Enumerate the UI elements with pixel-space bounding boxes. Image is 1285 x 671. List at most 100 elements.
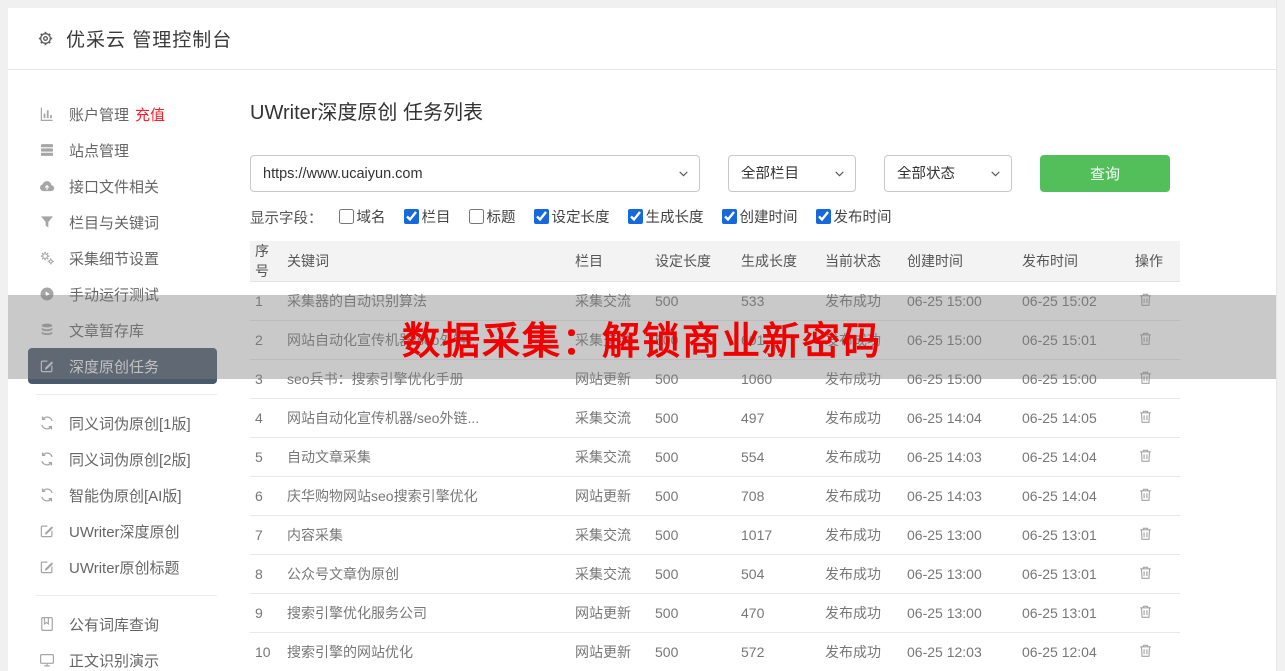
delete-button[interactable] [1135, 640, 1156, 664]
status-cell: 发布成功 [820, 593, 902, 633]
trash-icon [1137, 330, 1154, 350]
gen-length-cell: 601 [736, 320, 820, 360]
refresh-icon [38, 414, 56, 432]
display-field-option[interactable]: 域名 [338, 206, 386, 227]
action-cell [1130, 437, 1180, 477]
sidebar-item[interactable]: UWriter原创标题 [28, 549, 217, 585]
display-field-option[interactable]: 标题 [468, 206, 516, 227]
keyword-cell: 搜索引擎的网站优化 [282, 632, 570, 671]
sidebar-item[interactable]: 同义词伪原创[1版] [28, 405, 217, 441]
column-select[interactable]: 全部栏目 [728, 155, 856, 192]
delete-button[interactable] [1135, 328, 1156, 352]
display-field-checkbox[interactable] [721, 209, 737, 224]
sidebar-item[interactable]: 站点管理 [28, 132, 217, 168]
column-select-wrap: 全部栏目 [728, 155, 856, 192]
status-cell: 发布成功 [820, 437, 902, 477]
published-time-cell: 06-25 14:05 [1017, 398, 1130, 438]
sidebar-item[interactable]: 智能伪原创[AI版] [28, 477, 217, 513]
keyword-cell: 自动文章采集 [282, 437, 570, 477]
keyword-cell: 网站自动化宣传机器/seo外链... [282, 398, 570, 438]
sidebar-item[interactable]: 深度原创任务 [28, 348, 217, 384]
keyword-cell: 公众号文章伪原创 [282, 554, 570, 594]
created-time-cell: 06-25 14:03 [902, 437, 1017, 477]
display-field-checkbox[interactable] [338, 209, 354, 224]
sidebar-item[interactable]: 同义词伪原创[2版] [28, 441, 217, 477]
action-cell [1130, 632, 1180, 671]
delete-button[interactable] [1135, 289, 1156, 313]
display-field-checkbox[interactable] [403, 209, 419, 224]
sidebar-item-label: 同义词伪原创[1版] [69, 415, 191, 433]
display-field-checkbox[interactable] [468, 209, 484, 224]
created-time-cell: 06-25 14:04 [902, 398, 1017, 438]
sidebar-item-label: 站点管理 [69, 142, 130, 160]
column-header: 栏目 [570, 241, 650, 282]
published-time-cell: 06-25 14:04 [1017, 476, 1130, 516]
cloud-upload-icon [38, 177, 56, 195]
sidebar-item[interactable]: 采集细节设置 [28, 240, 217, 276]
sidebar-divider [36, 595, 217, 596]
site-select[interactable]: https://www.ucaiyun.com [250, 155, 700, 192]
column-cell: 网站更新 [570, 632, 650, 671]
published-time-cell: 06-25 13:01 [1017, 593, 1130, 633]
display-field-checkbox[interactable] [533, 209, 549, 224]
sidebar-item[interactable]: 手动运行测试 [28, 276, 217, 312]
set-length-cell: 500 [650, 320, 736, 360]
created-time-cell: 06-25 15:00 [902, 359, 1017, 399]
refresh-icon [38, 450, 56, 468]
status-select[interactable]: 全部状态 [884, 155, 1012, 192]
delete-button[interactable] [1135, 367, 1156, 391]
monitor-icon [38, 651, 56, 669]
status-cell: 发布成功 [820, 632, 902, 671]
delete-button[interactable] [1135, 406, 1156, 430]
delete-button[interactable] [1135, 484, 1156, 508]
delete-button[interactable] [1135, 445, 1156, 469]
sidebar-item-label: 同义词伪原创[2版] [69, 451, 191, 469]
created-time-cell: 06-25 15:00 [902, 281, 1017, 321]
recharge-badge[interactable]: 充值 [135, 104, 165, 125]
gen-length-cell: 708 [736, 476, 820, 516]
table-row: 9 搜索引擎优化服务公司 网站更新 500 470 发布成功 06-25 13:00 06-2… [250, 593, 1180, 633]
row-index: 4 [250, 398, 282, 438]
site-select-wrap: https://www.ucaiyun.com [250, 155, 700, 192]
sidebar-item[interactable]: 公有词库查询 [28, 606, 217, 642]
delete-button[interactable] [1135, 562, 1156, 586]
keyword-cell: seo兵书：搜索引擎优化手册 [282, 359, 570, 399]
created-time-cell: 06-25 13:00 [902, 554, 1017, 594]
column-cell: 采集交流 [570, 437, 650, 477]
display-field-option[interactable]: 生成长度 [627, 206, 704, 227]
delete-button[interactable] [1135, 523, 1156, 547]
published-time-cell: 06-25 13:01 [1017, 554, 1130, 594]
query-button[interactable]: 查询 [1040, 155, 1170, 192]
keyword-cell: 采集器的自动识别算法 [282, 281, 570, 321]
set-length-cell: 500 [650, 593, 736, 633]
sidebar-item[interactable]: 文章暂存库 [28, 312, 217, 348]
display-field-option[interactable]: 创建时间 [721, 206, 798, 227]
set-length-cell: 500 [650, 515, 736, 555]
table-row: 6 庆华购物网站seo搜索引擎优化 网站更新 500 708 发布成功 06-25 14:0… [250, 476, 1180, 516]
display-field-option[interactable]: 设定长度 [533, 206, 610, 227]
sidebar-item[interactable]: 接口文件相关 [28, 168, 217, 204]
sidebar-item[interactable]: UWriter深度原创 [28, 513, 217, 549]
row-index: 5 [250, 437, 282, 477]
display-field-checkbox[interactable] [627, 209, 643, 224]
display-field-checkbox[interactable] [815, 209, 831, 224]
sidebar-item[interactable]: 栏目与关键词 [28, 204, 217, 240]
table-row: 7 内容采集 采集交流 500 1017 发布成功 06-25 13:00 06-25 13:… [250, 515, 1180, 555]
sidebar-item[interactable]: 账户管理 充值 [28, 96, 217, 132]
published-time-cell: 06-25 15:00 [1017, 359, 1130, 399]
display-field-option[interactable]: 发布时间 [815, 206, 892, 227]
action-cell [1130, 281, 1180, 321]
sidebar-divider [36, 394, 217, 395]
delete-button[interactable] [1135, 601, 1156, 625]
column-cell: 采集交流 [570, 281, 650, 321]
gen-length-cell: 533 [736, 281, 820, 321]
topbar: 优采云 管理控制台 [8, 8, 1276, 70]
display-field-label: 生成长度 [645, 210, 704, 226]
database-icon [38, 321, 56, 339]
scrollbar[interactable] [1276, 0, 1285, 671]
display-field-option[interactable]: 栏目 [403, 206, 451, 227]
gen-length-cell: 572 [736, 632, 820, 671]
sidebar-item[interactable]: 正文识别演示 [28, 642, 217, 671]
table-row: 3 seo兵书：搜索引擎优化手册 网站更新 500 1060 发布成功 06-25 15:0… [250, 359, 1180, 399]
published-time-cell: 06-25 13:01 [1017, 515, 1130, 555]
